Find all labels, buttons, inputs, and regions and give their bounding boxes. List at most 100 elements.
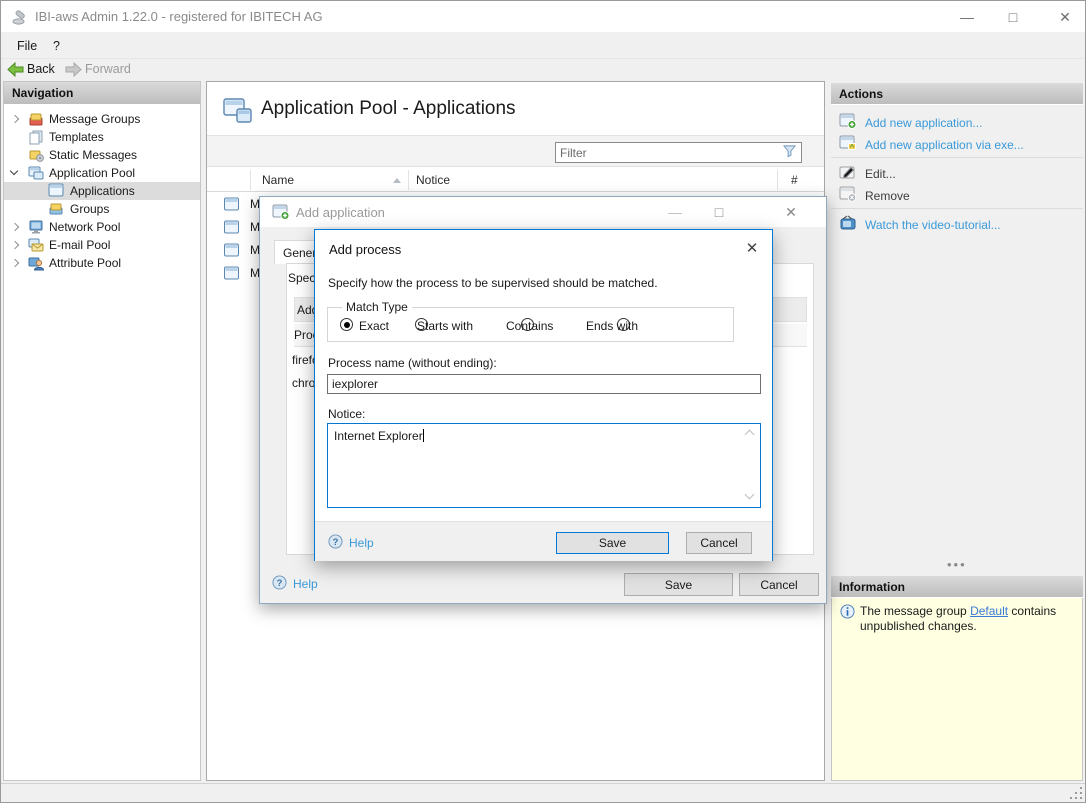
forward-icon [65,62,82,80]
filter-toolbar: Filter [207,135,824,167]
add-process-help[interactable]: ? Help [328,534,374,552]
nav-item-templates[interactable]: Templates [4,128,200,146]
expand-icon[interactable] [11,241,19,249]
action-add-new-application[interactable]: Add new application... [839,113,982,132]
action-label[interactable]: Watch the video-tutorial... [865,218,1001,232]
action-label[interactable]: Add new application via exe... [865,138,1024,152]
remove-icon [839,186,857,205]
window-title: IBI-aws Admin 1.22.0 - registered for IB… [35,9,323,24]
column-separator [777,170,778,190]
minimize-button[interactable]: — [952,5,982,29]
dialog-close-button[interactable]: ✕ [776,200,806,224]
action-watch-video-tutorial[interactable]: Watch the video-tutorial... [839,215,1001,234]
resize-grip[interactable] [1069,786,1082,799]
add-application-help[interactable]: ? Help [272,575,318,593]
sort-ascending-icon [393,178,401,183]
tree-label[interactable]: E-mail Pool [49,238,110,252]
actions-separator [831,208,1083,209]
app-window: IBI-aws Admin 1.22.0 - registered for IB… [0,0,1086,803]
add-process-save-button[interactable]: Save [556,532,669,554]
information-message: The message group Default contains unpub… [860,604,1072,634]
action-label[interactable]: Add new application... [865,116,982,130]
svg-text:?: ? [333,537,339,547]
maximize-button[interactable]: □ [998,5,1028,29]
menu-file[interactable]: File [13,37,41,54]
tree-label[interactable]: Static Messages [49,148,137,162]
column-separator [408,170,409,190]
back-icon[interactable] [7,62,24,80]
page-title: Application Pool - Applications [261,98,516,120]
scroll-down-icon[interactable] [745,490,755,500]
notice-textarea[interactable]: Internet Explorer [327,423,761,508]
radio-ends-with-label[interactable]: Ends with [586,319,638,333]
forward-button: Forward [85,62,131,76]
collapse-icon[interactable] [10,167,18,175]
navigation-panel: Navigation Message Groups Templates [3,81,201,781]
dialog-minimize-button: — [660,200,690,224]
menu-help[interactable]: ? [49,37,64,54]
tree-label[interactable]: Applications [70,184,135,198]
add-process-cancel-button[interactable]: Cancel [686,532,752,554]
radio-exact-label[interactable]: Exact [359,319,389,333]
nav-toolbar: Back Forward [1,58,1085,80]
applications-icon [48,183,64,201]
column-count[interactable]: # [791,173,798,187]
column-name[interactable]: Name [262,173,294,187]
close-button[interactable]: ✕ [1050,5,1080,29]
help-label[interactable]: Help [293,577,318,591]
radio-exact[interactable] [340,318,353,331]
tree-label[interactable]: Message Groups [49,112,140,126]
default-group-link[interactable]: Default [970,604,1008,618]
scroll-up-icon[interactable] [745,430,755,440]
column-notice[interactable]: Notice [416,173,450,187]
add-application-exe-icon [839,135,857,154]
radio-contains-label[interactable]: Contains [506,319,553,333]
add-application-title: Add application [296,205,385,220]
filter-input[interactable]: Filter [555,142,802,163]
video-tutorial-icon [839,215,857,234]
nav-item-static-messages[interactable]: Static Messages [4,146,200,164]
expand-icon[interactable] [11,259,19,267]
nav-item-network-pool[interactable]: Network Pool [4,218,200,236]
dialog-maximize-button[interactable]: □ [704,200,734,224]
action-add-new-application-via-exe[interactable]: Add new application via exe... [839,135,1024,154]
nav-item-attribute-pool[interactable]: Attribute Pool [4,254,200,272]
information-header: Information [831,576,1083,598]
nav-item-groups[interactable]: Groups [4,200,200,218]
filter-icon[interactable] [782,144,797,161]
tree-label[interactable]: Network Pool [49,220,120,234]
expand-icon[interactable] [11,115,19,123]
tree-label[interactable]: Attribute Pool [49,256,121,270]
applications-page-icon [223,97,253,128]
application-row-icon [223,243,240,261]
expand-icon[interactable] [11,223,19,231]
app-logo-icon [11,8,29,29]
match-description: Specify how the process to be supervised… [328,276,658,290]
nav-item-application-pool[interactable]: Application Pool [4,164,200,182]
add-application-icon [839,113,857,132]
help-icon: ? [272,575,287,593]
back-button[interactable]: Back [27,62,55,76]
help-label[interactable]: Help [349,536,374,550]
tree-label[interactable]: Templates [49,130,104,144]
application-row-icon [223,220,240,238]
add-application-cancel-button[interactable]: Cancel [739,573,819,596]
notice-value: Internet Explorer [334,429,423,443]
actions-header: Actions [831,83,1083,105]
panel-splitter-handle[interactable]: ••• [947,557,967,572]
application-row-icon [223,197,240,215]
nav-item-applications[interactable]: Applications [4,182,200,200]
title-bar: IBI-aws Admin 1.22.0 - registered for IB… [1,1,1085,32]
navigation-header: Navigation [4,82,200,105]
add-process-close-button[interactable]: ✕ [743,239,761,257]
add-application-save-button[interactable]: Save [624,573,733,596]
tree-label[interactable]: Groups [70,202,109,216]
radio-starts-with-label[interactable]: Starts with [417,319,473,333]
action-edit: Edit... [839,164,896,183]
actions-separator [831,157,1083,158]
nav-item-email-pool[interactable]: E-mail Pool [4,236,200,254]
process-name-input[interactable] [327,374,761,394]
nav-item-message-groups[interactable]: Message Groups [4,110,200,128]
notice-label: Notice: [328,407,365,421]
tree-label[interactable]: Application Pool [49,166,135,180]
